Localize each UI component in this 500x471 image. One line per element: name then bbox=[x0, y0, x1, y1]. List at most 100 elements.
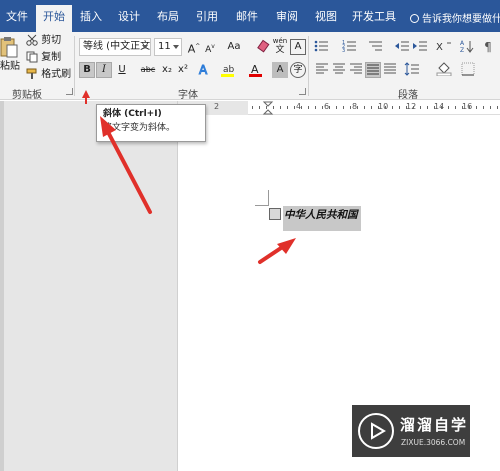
ruler-number: 16 bbox=[462, 102, 473, 111]
ruler-tick bbox=[322, 106, 323, 109]
tooltip-description: 将文字变为斜体。 bbox=[103, 123, 176, 133]
highlighter-icon: ab bbox=[221, 65, 235, 77]
ruler-tick bbox=[385, 106, 386, 109]
char-border-button[interactable]: A bbox=[290, 39, 306, 55]
ruler-tick bbox=[427, 106, 428, 109]
align-center-button[interactable] bbox=[331, 62, 347, 78]
ruler-tick bbox=[434, 106, 435, 109]
increase-indent-button[interactable] bbox=[412, 39, 428, 55]
tab-design[interactable]: 设计 bbox=[112, 7, 146, 32]
tab-file[interactable]: 文件 bbox=[0, 7, 34, 32]
align-right-button[interactable] bbox=[348, 62, 364, 78]
numbering-icon: 123 bbox=[342, 40, 356, 54]
tell-me-box[interactable]: 告诉我你想要做什么 bbox=[410, 10, 500, 25]
vertical-ruler bbox=[0, 101, 4, 471]
format-painter-button[interactable]: 格式刷 bbox=[26, 68, 71, 82]
strikethrough-button[interactable]: abc bbox=[138, 62, 158, 78]
align-left-button[interactable] bbox=[314, 62, 330, 78]
ruler-tick bbox=[329, 106, 330, 109]
highlight-button[interactable]: ab bbox=[220, 62, 236, 78]
phonetic-guide-button[interactable]: wén 文 bbox=[272, 37, 288, 55]
paste-button[interactable]: 粘贴 bbox=[0, 34, 20, 78]
line-spacing-button[interactable] bbox=[404, 62, 420, 78]
ruler-tick bbox=[448, 106, 449, 109]
justify-button[interactable] bbox=[365, 62, 381, 78]
change-case-button[interactable]: Aa bbox=[224, 39, 244, 55]
sort-button[interactable]: AZ bbox=[460, 39, 476, 55]
ribbon-tab-bar: 文件 开始 插入 设计 布局 引用 邮件 审阅 视图 开发工具 告诉我你想要做什… bbox=[0, 0, 500, 32]
chinese-layout-icon: X bbox=[436, 42, 451, 53]
subscript-icon: x₂ bbox=[162, 64, 172, 75]
play-logo-icon bbox=[358, 413, 394, 449]
bullets-button[interactable] bbox=[314, 39, 330, 55]
superscript-icon: x² bbox=[178, 64, 188, 75]
char-shading-button[interactable]: A bbox=[272, 62, 288, 78]
distributed-icon bbox=[384, 63, 396, 74]
tab-developer[interactable]: 开发工具 bbox=[348, 7, 400, 32]
chevron-down-icon bbox=[142, 45, 148, 49]
tab-view[interactable]: 视图 bbox=[309, 7, 343, 32]
ruler-tick bbox=[350, 106, 351, 109]
multilevel-list-icon bbox=[369, 41, 382, 51]
multilevel-list-button[interactable] bbox=[368, 39, 384, 55]
ruler-tick bbox=[413, 106, 414, 109]
horizontal-ruler[interactable]: 2 4 6 8 10 12 14 16 bbox=[178, 101, 500, 115]
decrease-indent-button[interactable] bbox=[394, 39, 410, 55]
align-right-icon bbox=[350, 63, 362, 74]
ruler-tick bbox=[399, 106, 400, 109]
tab-layout[interactable]: 布局 bbox=[151, 7, 185, 32]
copy-icon bbox=[26, 51, 38, 63]
shrink-font-button[interactable]: Av bbox=[202, 39, 218, 55]
format-painter-label: 格式刷 bbox=[41, 69, 72, 80]
underline-dropdown[interactable] bbox=[128, 65, 136, 73]
grow-font-button[interactable]: A^ bbox=[186, 39, 202, 56]
font-group-label: 字体 bbox=[178, 90, 198, 101]
paste-icon bbox=[0, 37, 18, 58]
decrease-indent-icon bbox=[395, 41, 409, 51]
search-icon bbox=[410, 14, 419, 23]
tab-references[interactable]: 引用 bbox=[190, 7, 224, 32]
ruler-tick bbox=[259, 106, 260, 109]
tab-mailings[interactable]: 邮件 bbox=[230, 7, 264, 32]
checkbox-icon bbox=[269, 208, 281, 220]
line-spacing-icon bbox=[404, 62, 419, 76]
tab-insert[interactable]: 插入 bbox=[74, 7, 108, 32]
font-launcher-icon[interactable] bbox=[299, 88, 306, 95]
subscript-button[interactable]: x₂ bbox=[159, 62, 175, 78]
font-color-button[interactable]: A bbox=[248, 62, 264, 78]
copy-label: 复制 bbox=[41, 52, 62, 63]
tab-review[interactable]: 审阅 bbox=[270, 7, 304, 32]
group-separator bbox=[74, 36, 75, 96]
borders-button[interactable] bbox=[460, 62, 476, 78]
ruler-tick bbox=[497, 106, 498, 109]
justify-icon bbox=[367, 64, 379, 75]
italic-icon: I bbox=[102, 64, 106, 75]
paint-bucket-icon bbox=[436, 62, 452, 77]
chinese-layout-button[interactable]: X bbox=[436, 39, 452, 55]
clipboard-launcher-icon[interactable] bbox=[66, 88, 73, 95]
clear-formatting-button[interactable] bbox=[256, 39, 272, 55]
bold-icon: B bbox=[83, 64, 91, 75]
italic-tooltip: 斜体 (Ctrl+I) 将文字变为斜体。 bbox=[96, 104, 206, 142]
format-painter-icon bbox=[26, 68, 37, 79]
bold-button[interactable]: B bbox=[79, 62, 95, 78]
eraser-icon bbox=[257, 39, 270, 53]
font-size-combo[interactable]: 11 bbox=[154, 38, 182, 56]
text-effects-button[interactable]: A bbox=[196, 62, 212, 78]
show-marks-button[interactable]: ¶ bbox=[480, 39, 496, 55]
font-name-combo[interactable]: 等线 (中文正文 bbox=[79, 38, 151, 56]
cut-button[interactable]: 剪切 bbox=[26, 34, 61, 48]
ruler-tick bbox=[252, 106, 253, 109]
enclose-char-button[interactable]: 字 bbox=[290, 62, 306, 78]
italic-button[interactable]: I bbox=[96, 62, 112, 78]
superscript-button[interactable]: x² bbox=[175, 62, 191, 78]
distributed-button[interactable] bbox=[382, 62, 398, 78]
shading-button[interactable] bbox=[436, 62, 452, 78]
tab-home[interactable]: 开始 bbox=[36, 5, 72, 32]
document-text[interactable]: 中华人民共和国 bbox=[284, 207, 358, 222]
ruler-tick bbox=[490, 106, 491, 109]
watermark-url: ZIXUE.3066.COM bbox=[401, 438, 466, 447]
ruler-tick bbox=[455, 106, 456, 109]
numbering-button[interactable]: 123 bbox=[342, 39, 358, 55]
copy-button[interactable]: 复制 bbox=[26, 51, 61, 65]
